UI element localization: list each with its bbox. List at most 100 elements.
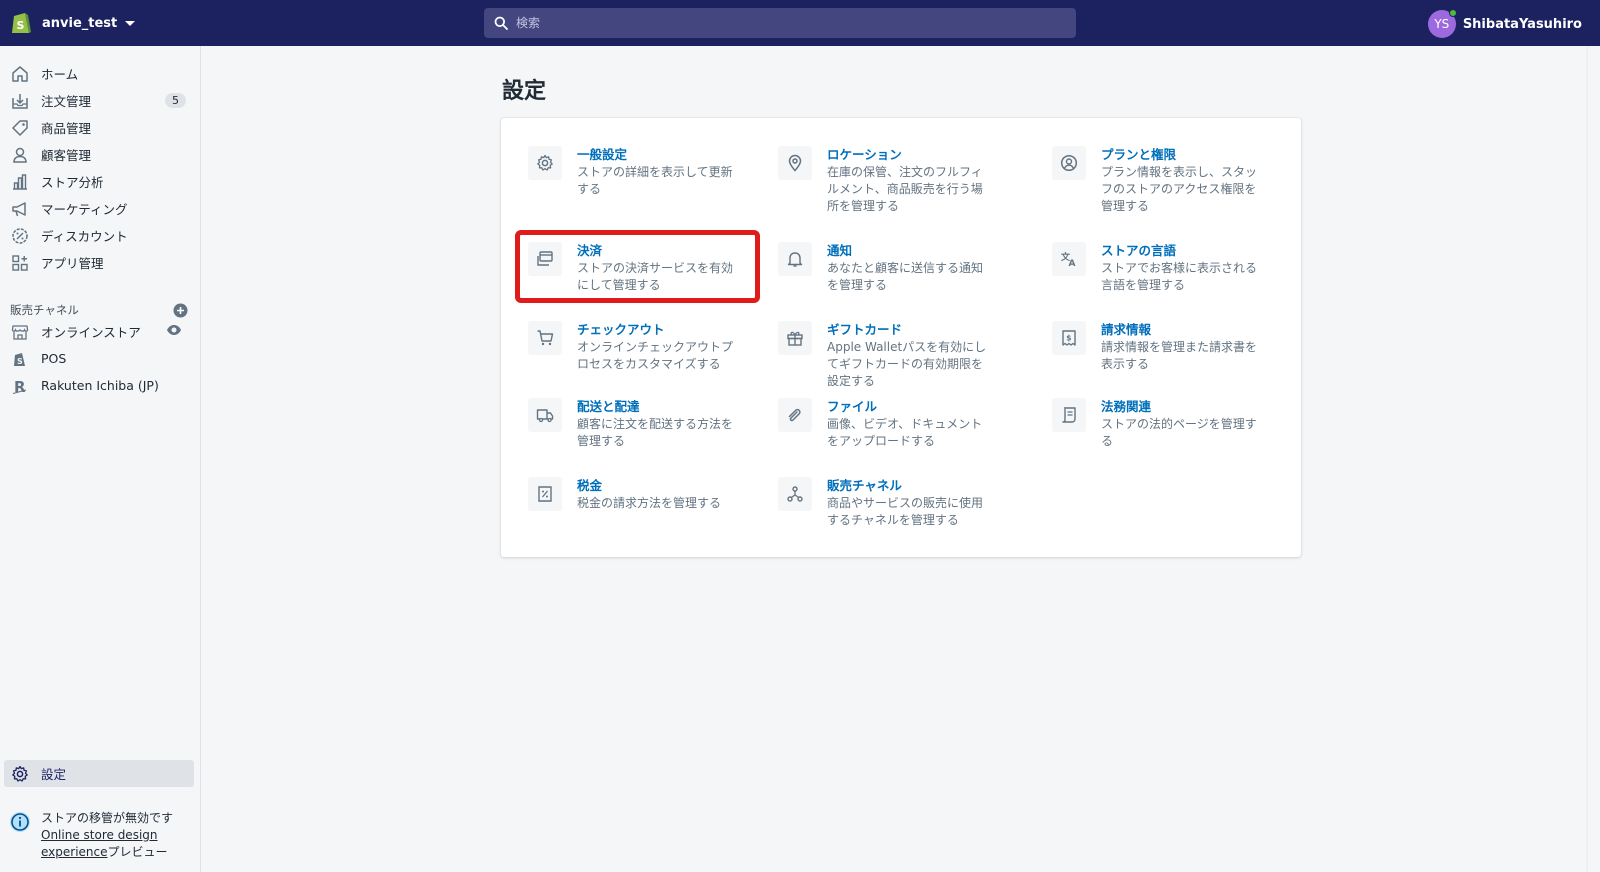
online-store-design-link-cont[interactable]: experience: [41, 845, 108, 859]
sidebar-item-pos[interactable]: S POS: [0, 345, 200, 372]
page-title: 設定: [502, 79, 547, 104]
settings-item-shipping[interactable]: 配送と配達 顧客に注文を配送する方法を管理する: [528, 398, 737, 450]
search-bar[interactable]: [484, 8, 1076, 38]
gear-icon: [528, 146, 562, 180]
user-name: ShibataYasuhiro: [1462, 16, 1582, 32]
settings-item-title: ロケーション: [827, 147, 902, 162]
sidebar-item-discounts[interactable]: ディスカウント: [0, 222, 200, 249]
store-name: anvie_test: [42, 15, 118, 31]
home-icon: [10, 64, 30, 84]
sidebar-item-settings[interactable]: 設定: [4, 760, 194, 787]
online-store-design-link[interactable]: Online store design: [41, 828, 158, 842]
orders-count-badge: 5: [165, 93, 186, 108]
settings-item-title: 通知: [827, 243, 853, 258]
channels-icon: [778, 477, 812, 511]
tag-icon: [10, 118, 30, 138]
bell-icon: [778, 242, 812, 276]
orders-icon: [10, 91, 30, 111]
sidebar-item-label: 顧客管理: [41, 148, 92, 163]
settings-item-billing[interactable]: $ 請求情報 請求情報を管理また請求書を表示する: [1052, 321, 1261, 373]
settings-item-description: 請求情報を管理また請求書を表示する: [1101, 340, 1258, 371]
settings-item-sales-channels[interactable]: 販売チャネル 商品やサービスの販売に使用するチャネルを管理する: [778, 477, 987, 529]
settings-item-description: 画像、ビデオ、ドキュメントをアップロードする: [827, 417, 983, 448]
settings-item-title: ギフトカード: [827, 322, 903, 337]
add-channel-icon[interactable]: [173, 303, 188, 318]
settings-item-notifications[interactable]: 通知 あなたと顧客に送信する通知を管理する: [778, 242, 987, 294]
user-menu[interactable]: YS ShibataYasuhiro: [1427, 9, 1582, 38]
sidebar-item-label: 設定: [41, 767, 67, 782]
payment-icon: [528, 242, 562, 276]
settings-item-plan-permissions[interactable]: プランと権限 プラン情報を表示し、スタッフのストアのアクセス権限を管理する: [1052, 146, 1261, 215]
svg-text:A: A: [1069, 259, 1076, 268]
sidebar-item-label: ストア分析: [41, 175, 104, 190]
paperclip-icon: [778, 398, 812, 432]
search-icon: [494, 16, 508, 30]
settings-item-description: 顧客に注文を配送する方法を管理する: [577, 417, 734, 448]
truck-icon: [528, 398, 562, 432]
search-input[interactable]: [516, 16, 1056, 30]
sidebar-item-online-store[interactable]: オンラインストア: [0, 318, 200, 345]
gear-icon: [10, 764, 30, 784]
store-switcher[interactable]: S anvie_test: [10, 11, 136, 35]
settings-item-legal[interactable]: 法務関連 ストアの法的ページを管理する: [1052, 398, 1261, 450]
sidebar-item-analytics[interactable]: ストア分析: [0, 168, 200, 195]
settings-item-title: 販売チャネル: [827, 478, 902, 493]
svg-text:$: $: [1066, 334, 1071, 343]
sidebar-item-label: アプリ管理: [41, 256, 104, 271]
settings-item-title: 法務関連: [1101, 399, 1152, 414]
sidebar-item-label: 注文管理: [41, 94, 92, 109]
chevron-down-icon: [125, 20, 136, 26]
sidebar-item-rakuten[interactable]: R Rakuten Ichiba (JP): [0, 372, 200, 399]
sidebar-item-products[interactable]: 商品管理: [0, 114, 200, 141]
sidebar-item-customers[interactable]: 顧客管理: [0, 141, 200, 168]
shopify-logo-icon: S: [12, 13, 31, 33]
pos-icon: S: [10, 349, 30, 369]
sidebar-item-orders[interactable]: 注文管理 5: [0, 87, 200, 114]
sidebar-item-home[interactable]: ホーム: [0, 60, 200, 87]
sidebar-item-label: 商品管理: [41, 121, 92, 136]
apps-icon: [10, 253, 30, 273]
svg-text:S: S: [17, 357, 23, 366]
eye-icon[interactable]: [166, 324, 182, 340]
sidebar-item-label: ホーム: [41, 67, 79, 82]
settings-item-store-languages[interactable]: 文A ストアの言語 ストアでお客様に表示される言語を管理する: [1052, 242, 1261, 294]
sales-channels-label: 販売チャネル: [10, 303, 79, 317]
cart-icon: [528, 321, 562, 355]
settings-item-description: 商品やサービスの販売に使用するチャネルを管理する: [827, 496, 984, 527]
sidebar-item-label: マーケティング: [41, 202, 128, 217]
store-transfer-notice: ストアの移管が無効です Online store design experien…: [10, 810, 195, 861]
settings-item-description: あなたと顧客に送信する通知を管理する: [827, 261, 984, 292]
sales-channels-heading: 販売チャネル: [10, 302, 188, 318]
billing-icon: $: [1052, 321, 1086, 355]
settings-item-title: 請求情報: [1101, 322, 1152, 337]
avatar-initials: YS: [1434, 17, 1450, 31]
tax-icon: [528, 477, 562, 511]
settings-item-title: チェックアウト: [577, 322, 665, 337]
settings-item-description: 税金の請求方法を管理する: [577, 496, 722, 510]
sidebar-item-label: ディスカウント: [41, 229, 128, 244]
settings-item-general[interactable]: 一般設定 ストアの詳細を表示して更新する: [528, 146, 737, 198]
settings-item-payments[interactable]: 決済 ストアの決済サービスを有効にして管理する: [528, 242, 737, 294]
settings-item-title: 一般設定: [577, 147, 628, 162]
top-bar: S anvie_test YS ShibataYasuhiro: [0, 0, 1600, 46]
store-icon: [10, 322, 30, 342]
user-circle-icon: [1052, 146, 1086, 180]
settings-item-gift-cards[interactable]: ギフトカード Apple Walletパスを有効にしてギフトカードの有効期限を設…: [778, 321, 987, 390]
settings-item-taxes[interactable]: 税金 税金の請求方法を管理する: [528, 477, 737, 512]
sidebar-item-label: オンラインストア: [41, 325, 141, 340]
sidebar-item-apps[interactable]: アプリ管理: [0, 249, 200, 276]
translate-icon: 文A: [1052, 242, 1086, 276]
settings-item-locations[interactable]: ロケーション 在庫の保管、注文のフルフィルメント、商品販売を行う場所を管理する: [778, 146, 987, 215]
settings-item-checkout[interactable]: チェックアウト オンラインチェックアウトプロセスをカスタマイズする: [528, 321, 737, 373]
settings-item-description: ストアの詳細を表示して更新する: [577, 165, 733, 196]
settings-item-title: ファイル: [827, 399, 878, 414]
settings-item-description: 在庫の保管、注文のフルフィルメント、商品販売を行う場所を管理する: [827, 165, 983, 213]
legal-icon: [1052, 398, 1086, 432]
rakuten-icon: R: [10, 376, 30, 396]
settings-item-files[interactable]: ファイル 画像、ビデオ、ドキュメントをアップロードする: [778, 398, 987, 450]
settings-item-title: 税金: [577, 478, 603, 493]
settings-item-title: 配送と配達: [577, 399, 640, 414]
settings-item-description: ストアの決済サービスを有効にして管理する: [577, 261, 734, 292]
sidebar-item-marketing[interactable]: マーケティング: [0, 195, 200, 222]
sidebar-item-label: Rakuten Ichiba (JP): [41, 378, 159, 393]
